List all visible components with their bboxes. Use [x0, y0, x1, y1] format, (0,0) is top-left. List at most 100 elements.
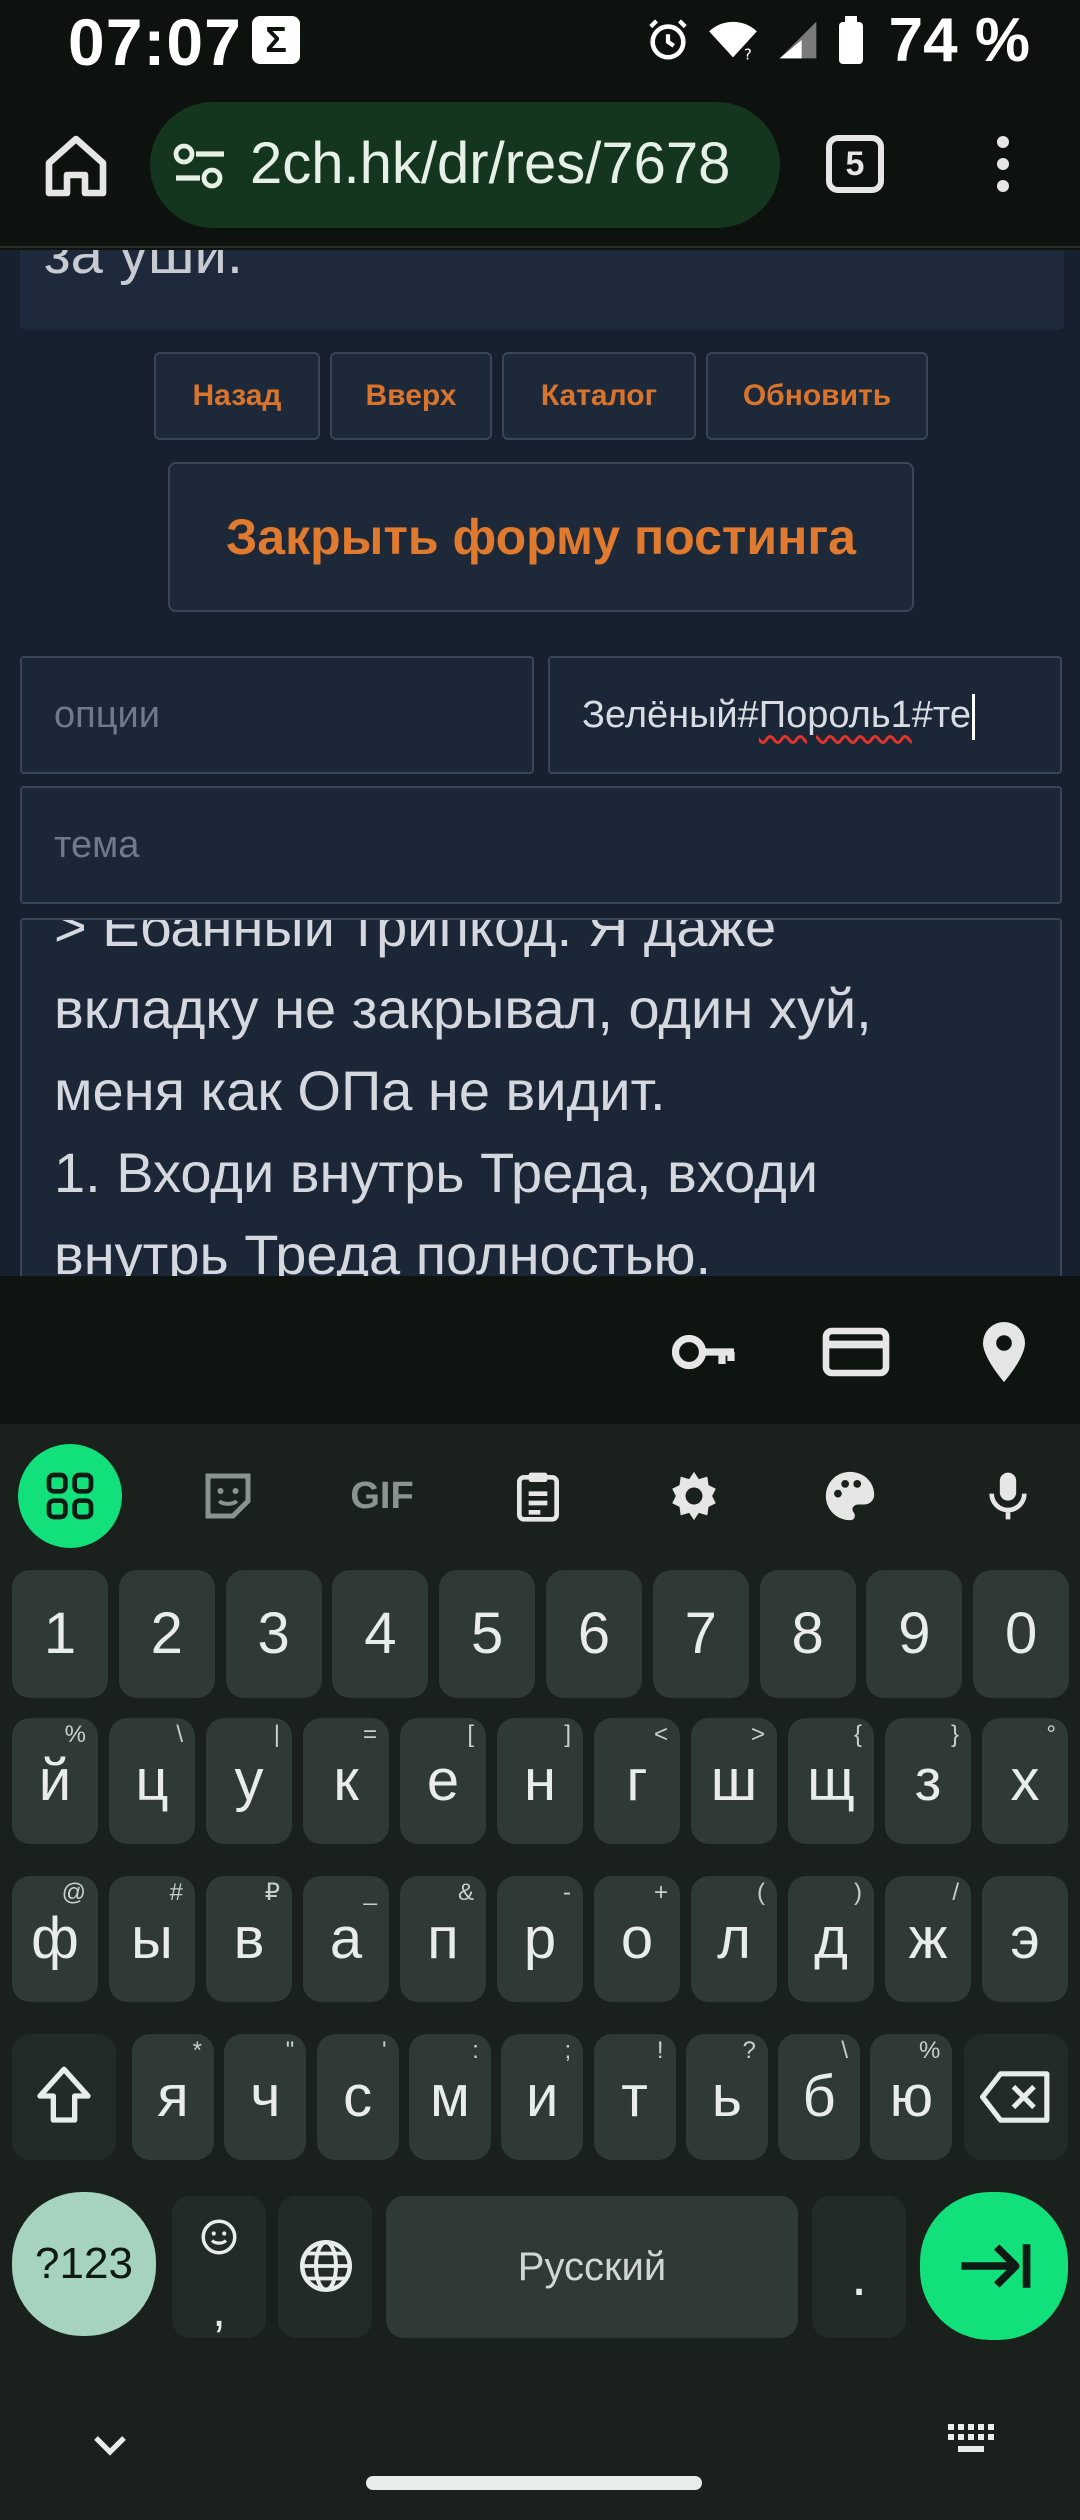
apps-grid-icon[interactable]	[18, 1444, 122, 1548]
key-hint: :	[472, 2037, 479, 2064]
comment-line: > Ебанный трипкод. Я даже	[54, 918, 777, 958]
language-key[interactable]	[278, 2196, 372, 2338]
key-л[interactable]: л(	[691, 1876, 777, 2002]
key-э[interactable]: э	[982, 1876, 1068, 2002]
key-й[interactable]: й%	[12, 1718, 98, 1844]
sticker-icon[interactable]	[176, 1444, 280, 1548]
tab-switcher-button[interactable]: 5	[826, 135, 884, 193]
browser-toolbar: 2ch.hk/dr/res/7678 5	[0, 80, 1080, 248]
key-5[interactable]: 5	[439, 1570, 536, 1698]
space-key[interactable]: Русский	[386, 2196, 798, 2338]
key-label: п	[427, 1906, 459, 1971]
home-icon[interactable]	[40, 130, 112, 202]
key-г[interactable]: г <	[594, 1718, 680, 1844]
catalog-button[interactable]: Каталог	[502, 352, 696, 440]
top-button[interactable]: Вверх	[330, 352, 492, 440]
key-ц[interactable]: ц \	[109, 1718, 195, 1844]
name-input[interactable]: Зелёный#Пороль1#те	[548, 656, 1062, 774]
period-key[interactable]: .	[812, 2196, 906, 2338]
key-ю[interactable]: ю%	[870, 2034, 953, 2160]
key-label: ш	[710, 1748, 758, 1813]
close-posting-form-button[interactable]: Закрыть форму постинга	[168, 462, 914, 612]
key-label: х	[1010, 1748, 1040, 1813]
gesture-handle[interactable]	[366, 2476, 702, 2490]
key-6[interactable]: 6	[546, 1570, 642, 1698]
key-з[interactable]: з}	[885, 1718, 971, 1844]
more-menu-icon[interactable]	[988, 130, 1018, 202]
subject-input[interactable]: тема	[20, 786, 1062, 904]
address-bar[interactable]: 2ch.hk/dr/res/7678	[150, 102, 780, 228]
symbols-key[interactable]: ?123	[12, 2192, 156, 2336]
name-value-misspelled: Пороль1	[758, 694, 912, 736]
key-ч[interactable]: ч "	[224, 2034, 307, 2160]
key-н[interactable]: н]	[497, 1718, 583, 1844]
key-hint: ]	[564, 1721, 571, 1748]
key-а[interactable]: а _	[303, 1876, 389, 2002]
key-label: ф	[31, 1906, 79, 1971]
key-hint: }	[950, 1721, 959, 1748]
backspace-icon	[980, 2071, 1050, 2123]
key-label: э	[1010, 1906, 1040, 1971]
key-9[interactable]: 9	[866, 1570, 963, 1698]
key-1[interactable]: 1	[12, 1570, 108, 1698]
key-в[interactable]: в ₽	[206, 1876, 292, 2002]
card-icon[interactable]	[820, 1316, 892, 1388]
key-label: 0	[1005, 1601, 1038, 1666]
sigma-icon: Σ	[252, 16, 300, 64]
key-ж[interactable]: ж /	[885, 1876, 971, 2002]
key-у[interactable]: у |	[206, 1718, 292, 1844]
key-label: ы	[131, 1906, 173, 1971]
key-label: 2	[150, 1601, 183, 1666]
comment-line: меня как ОПа не видит.	[54, 1059, 666, 1122]
key-е[interactable]: е[	[400, 1718, 486, 1844]
key-о[interactable]: о +	[594, 1876, 680, 2002]
settings-icon[interactable]	[642, 1444, 746, 1548]
comment-textarea[interactable]: > Ебанный трипкод. Я даже вкладку не зак…	[20, 918, 1062, 1276]
key-щ[interactable]: щ{	[788, 1718, 874, 1844]
next-field-key[interactable]	[920, 2192, 1068, 2340]
backspace-key[interactable]	[964, 2034, 1068, 2160]
key-р[interactable]: р-	[497, 1876, 583, 2002]
name-value-pre: Зелёный#	[582, 694, 759, 736]
key-т[interactable]: т!	[593, 2034, 676, 2160]
key-2[interactable]: 2	[118, 1570, 215, 1698]
microphone-icon[interactable]	[956, 1444, 1060, 1548]
key-3[interactable]: 3	[225, 1570, 322, 1698]
key-д[interactable]: д)	[788, 1876, 874, 2002]
options-input[interactable]: опции	[20, 656, 534, 774]
key-м[interactable]: м:	[408, 2034, 491, 2160]
key-и[interactable]: и;	[501, 2034, 584, 2160]
key-label: 7	[684, 1601, 717, 1666]
shift-key[interactable]	[12, 2034, 116, 2160]
key-label: д	[814, 1906, 848, 1971]
emoji-comma-key[interactable]: ,	[172, 2196, 266, 2338]
key-hint: ?	[742, 2037, 756, 2064]
refresh-button[interactable]: Обновить	[706, 352, 928, 440]
site-settings-icon[interactable]	[172, 142, 228, 190]
key-7[interactable]: 7	[652, 1570, 749, 1698]
key-icon[interactable]	[668, 1316, 740, 1388]
key-ф[interactable]: ф @	[12, 1876, 98, 2002]
hide-keyboard-icon[interactable]	[86, 2420, 134, 2468]
key-с[interactable]: с '	[316, 2034, 399, 2160]
keyboard-switch-icon[interactable]	[946, 2422, 998, 2462]
gif-button[interactable]: GIF	[330, 1444, 434, 1548]
key-ь[interactable]: ь?	[685, 2034, 768, 2160]
key-label: 8	[791, 1601, 824, 1666]
key-я[interactable]: я *	[132, 2034, 214, 2160]
key-х[interactable]: х °	[982, 1718, 1068, 1844]
location-icon[interactable]	[968, 1316, 1040, 1388]
key-к[interactable]: к =	[303, 1718, 389, 1844]
key-8[interactable]: 8	[759, 1570, 856, 1698]
key-б[interactable]: б \	[778, 2034, 861, 2160]
clipboard-icon[interactable]	[486, 1444, 590, 1548]
key-hint: <	[653, 1721, 668, 1748]
back-button[interactable]: Назад	[154, 352, 320, 440]
palette-icon[interactable]	[798, 1444, 902, 1548]
previous-post: за уши.	[20, 250, 1064, 330]
key-ы[interactable]: ы #	[109, 1876, 195, 2002]
key-4[interactable]: 4	[332, 1570, 429, 1698]
key-ш[interactable]: ш >	[691, 1718, 777, 1844]
key-п[interactable]: п &	[400, 1876, 486, 2002]
key-0[interactable]: 0	[973, 1570, 1070, 1698]
